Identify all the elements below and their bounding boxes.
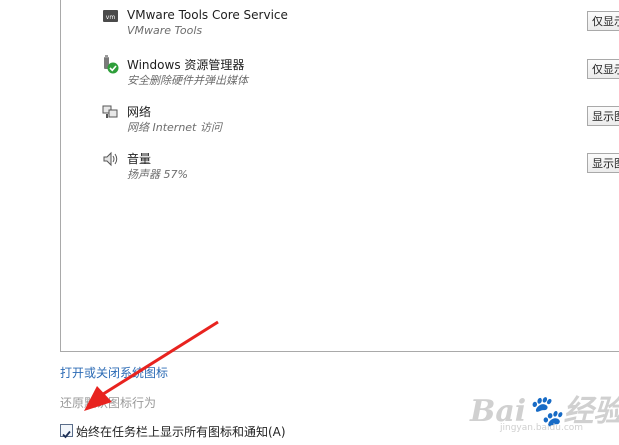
item-name: Windows 资源管理器 (127, 58, 245, 72)
always-show-checkbox[interactable] (60, 424, 73, 439)
behavior-select[interactable]: 显示图 (587, 106, 619, 126)
list-item[interactable]: Windows 资源管理器 安全删除硬件并弹出媒体 仅显示 (61, 48, 619, 88)
behavior-select[interactable]: 仅显示 (587, 59, 619, 79)
baidu-watermark-url: jingyan.baidu.com (500, 423, 584, 433)
item-name: VMware Tools Core Service (127, 8, 288, 22)
restore-default-link[interactable]: 还原默认图标行为 (60, 394, 156, 411)
safely-remove-hardware-icon (101, 55, 121, 75)
list-item[interactable]: 音量 扬声器 57% 显示图 (61, 142, 619, 182)
list-item[interactable]: 网络 网络 Internet 访问 显示图 (61, 95, 619, 135)
svg-text:vm: vm (106, 14, 116, 21)
item-description: 网络 Internet 访问 (127, 121, 222, 134)
item-description: 扬声器 57% (127, 168, 188, 181)
speaker-icon (101, 149, 121, 169)
item-name: 音量 (127, 152, 152, 166)
behavior-select[interactable]: 显示图 (587, 153, 619, 173)
always-show-label: 始终在任务栏上显示所有图标和通知(A) (76, 425, 286, 439)
notification-icons-list: vm VMware Tools Core Service VMware Tool… (60, 0, 619, 352)
system-icons-link[interactable]: 打开或关闭系统图标 (60, 364, 168, 381)
item-description: 安全删除硬件并弹出媒体 (127, 74, 248, 87)
item-description: VMware Tools (127, 24, 203, 37)
behavior-select[interactable]: 仅显示 (587, 11, 619, 31)
checkmark-icon (62, 430, 71, 439)
vmware-icon: vm (101, 7, 121, 27)
item-name: 网络 (127, 105, 152, 119)
list-item[interactable]: vm VMware Tools Core Service VMware Tool… (61, 0, 619, 40)
network-icon (101, 102, 121, 122)
